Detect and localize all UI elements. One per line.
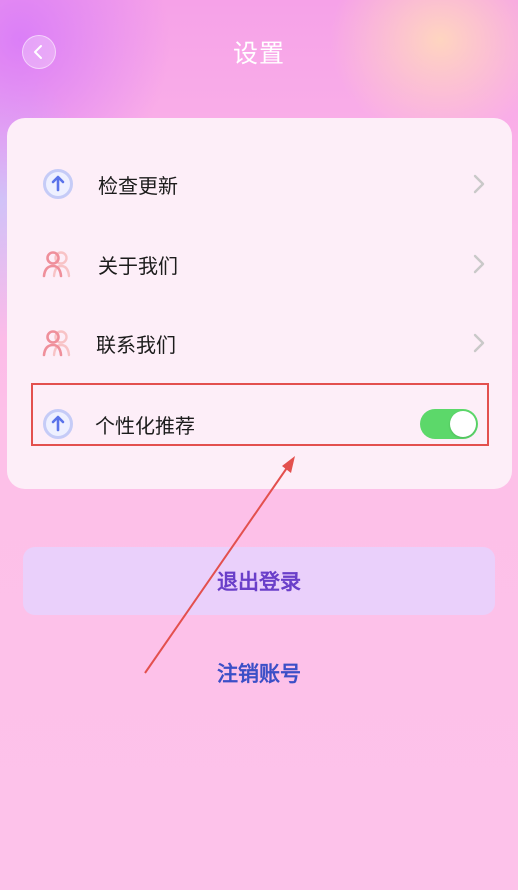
settings-item-check-update[interactable]: 检查更新 <box>7 154 512 214</box>
personalized-recommendation-toggle[interactable] <box>420 409 478 439</box>
toggle-knob <box>450 411 476 437</box>
users-icon <box>41 247 75 281</box>
cancel-account-link[interactable]: 注销账号 <box>0 658 518 688</box>
upload-arrow-icon <box>41 167 75 201</box>
chevron-right-icon <box>473 333 485 353</box>
upload-arrow-icon <box>41 407 75 441</box>
settings-item-label: 个性化推荐 <box>95 413 195 438</box>
settings-card: 检查更新 关于我们 联系我们 个性化推荐 <box>7 118 512 489</box>
page-title: 设置 <box>232 39 285 68</box>
users-icon <box>41 326 75 360</box>
settings-item-label: 联系我们 <box>96 332 176 357</box>
chevron-right-icon <box>473 174 485 194</box>
settings-item-label: 关于我们 <box>98 253 178 278</box>
chevron-right-icon <box>473 254 485 274</box>
settings-item-personalized-recommendation: 个性化推荐 <box>7 394 512 454</box>
logout-button[interactable]: 退出登录 <box>23 547 495 615</box>
header: 设置 <box>0 0 518 110</box>
settings-item-contact-us[interactable]: 联系我们 <box>7 313 512 373</box>
settings-item-label: 检查更新 <box>98 173 178 198</box>
settings-item-about-us[interactable]: 关于我们 <box>7 234 512 294</box>
